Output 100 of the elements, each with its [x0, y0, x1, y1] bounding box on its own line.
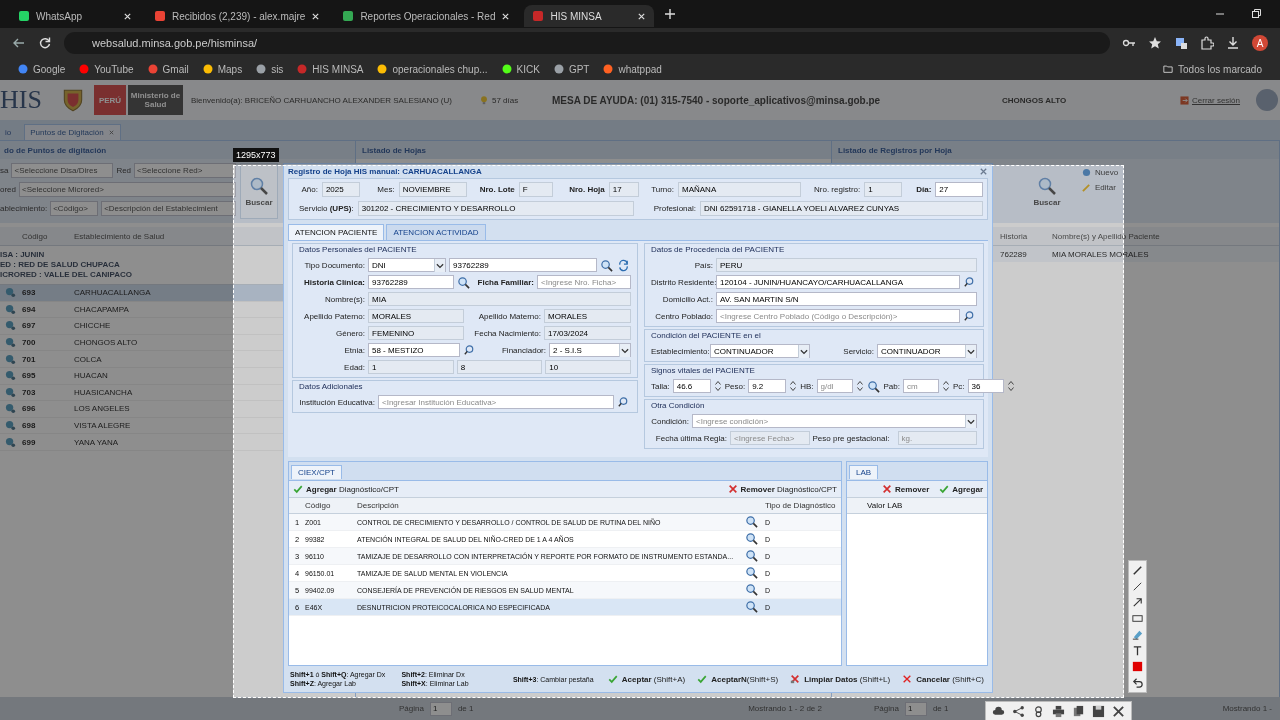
number-field[interactable]: cm: [902, 379, 939, 393]
text-field[interactable]: MIA: [368, 292, 631, 306]
number-field[interactable]: 46.6: [672, 379, 711, 393]
text-field[interactable]: 1: [864, 182, 903, 197]
share-icon[interactable]: [1012, 704, 1025, 718]
text-field[interactable]: <Ingrese Centro Poblado (Código o Descripción)>: [716, 309, 960, 323]
back-icon[interactable]: [12, 36, 26, 50]
close-icon[interactable]: [1112, 704, 1125, 718]
puzzle-icon[interactable]: [1200, 36, 1214, 50]
browser-tab[interactable]: Recibidos (2,239) - alex.majre: [146, 5, 329, 27]
text-field[interactable]: F: [518, 182, 554, 197]
search-icon[interactable]: [745, 549, 758, 562]
search-icon[interactable]: [463, 343, 476, 357]
filter-field[interactable]: <Código>: [50, 201, 99, 216]
browser-tab[interactable]: Reportes Operacionales - Red: [334, 5, 519, 27]
column-header[interactable]: Código: [305, 501, 357, 510]
search-icon[interactable]: [745, 583, 758, 596]
form-tab[interactable]: ATENCION ACTIVIDAD: [386, 224, 486, 240]
search-icon[interactable]: [617, 395, 630, 409]
number-field[interactable]: 9.2: [748, 379, 787, 393]
dropdown[interactable]: 2 - S.I.S: [549, 343, 631, 357]
action-button[interactable]: Cancelar (Shift+C): [900, 674, 986, 684]
page-field[interactable]: 1: [904, 701, 927, 716]
dropdown[interactable]: DNI: [368, 258, 446, 272]
text-field[interactable]: MAÑANA: [678, 182, 802, 197]
spinner-icon[interactable]: [855, 379, 864, 393]
bookmark[interactable]: sis: [256, 63, 284, 75]
grid-tab[interactable]: LAB: [849, 465, 879, 479]
download-icon[interactable]: [1226, 36, 1240, 50]
address-bar[interactable]: websalud.minsa.gob.pe/hisminsa/: [64, 32, 1110, 54]
copy-icon[interactable]: [1072, 704, 1085, 718]
search-icon[interactable]: [457, 275, 470, 289]
browser-tab[interactable]: HIS MINSA: [524, 5, 655, 27]
text-field[interactable]: DNI 62591718 - GIANELLA YOELI ALVAREZ CUNYAS: [700, 201, 983, 216]
text-field[interactable]: AV. SAN MARTIN S/N: [716, 292, 977, 306]
extension-icon[interactable]: [1174, 36, 1188, 50]
column-header[interactable]: Establecimiento de Salud: [74, 231, 165, 241]
bookmark[interactable]: KICK: [501, 63, 540, 75]
bookmark[interactable]: GPT: [553, 63, 590, 75]
bookmark[interactable]: HIS MINSA: [297, 63, 364, 75]
search-icon[interactable]: [745, 515, 758, 528]
text-field[interactable]: 301202 - CRECIMIENTO Y DESARROLLO: [357, 201, 634, 216]
text-field[interactable]: 1: [368, 360, 454, 374]
search-icon[interactable]: [600, 258, 613, 272]
column-header[interactable]: Tipo de Diagnóstico: [765, 501, 841, 510]
filter-field[interactable]: <Seleccione Red>: [134, 163, 236, 178]
arrow-icon[interactable]: [1131, 596, 1144, 609]
text-field[interactable]: 2025: [321, 182, 361, 197]
text-field[interactable]: kg.: [897, 431, 977, 445]
text-field[interactable]: <Ingresar Institución Educativa>: [378, 395, 614, 409]
reload-icon[interactable]: [38, 36, 52, 50]
browser-tab[interactable]: WhatsApp: [10, 5, 140, 27]
action-button[interactable]: AceptarN(Shift+S): [695, 674, 781, 684]
bookmark[interactable]: whatppad: [603, 63, 662, 75]
bookmark[interactable]: Maps: [202, 63, 243, 75]
text-tool-icon[interactable]: [1131, 644, 1144, 657]
save-icon[interactable]: [1092, 704, 1105, 718]
text-field[interactable]: 17/03/2024: [544, 326, 631, 340]
search-icon[interactable]: [963, 275, 976, 289]
search-icon[interactable]: [963, 309, 976, 323]
spinner-icon[interactable]: [1006, 379, 1015, 393]
number-field[interactable]: 36: [967, 379, 1004, 393]
column-header[interactable]: Historia: [1000, 231, 1052, 241]
spinner-icon[interactable]: [713, 379, 722, 393]
search-button[interactable]: Buscar: [1028, 163, 1066, 219]
text-field[interactable]: MORALES: [368, 309, 464, 323]
bookmark[interactable]: operacionales chup...: [377, 63, 488, 75]
marker-icon[interactable]: [1131, 628, 1144, 641]
text-field[interactable]: 10: [545, 360, 631, 374]
text-field[interactable]: PERU: [716, 258, 977, 272]
text-field[interactable]: MORALES: [544, 309, 631, 323]
column-header[interactable]: Código: [22, 231, 74, 241]
text-field[interactable]: 93762289: [368, 275, 454, 289]
profile-avatar[interactable]: A: [1252, 35, 1268, 51]
add-diagnosis-button[interactable]: Agregar Diagnóstico/CPT: [293, 484, 399, 494]
text-field[interactable]: 93762289: [449, 258, 597, 272]
form-tab[interactable]: ATENCION PACIENTE: [288, 224, 385, 240]
action-button[interactable]: Limpiar Datos (Shift+L): [788, 674, 893, 684]
spinner-icon[interactable]: [789, 379, 798, 393]
search-icon[interactable]: [745, 600, 758, 613]
search-icon[interactable]: [745, 532, 758, 545]
rectangle-icon[interactable]: [1131, 612, 1144, 625]
dropdown[interactable]: CONTINUADOR: [877, 344, 977, 358]
refresh-icon[interactable]: [617, 258, 630, 272]
bookmark[interactable]: YouTube: [79, 63, 134, 75]
filter-field[interactable]: <Descripción del Establecimient: [101, 201, 236, 216]
print-icon[interactable]: [1052, 704, 1065, 718]
search-icon[interactable]: [866, 379, 880, 393]
restore-icon[interactable]: [1250, 8, 1262, 20]
line-icon[interactable]: [1131, 580, 1144, 593]
text-field[interactable]: 120104 - JUNIN/HUANCAYO/CARHUACALLANGA: [716, 275, 960, 289]
filter-field[interactable]: <Seleccione Microred>: [19, 182, 236, 197]
all-bookmarks[interactable]: Todos los marcado: [1163, 63, 1262, 75]
spinner-icon[interactable]: [941, 379, 950, 393]
search-button[interactable]: Buscar: [240, 163, 278, 219]
text-field[interactable]: 58 - MESTIZO: [368, 343, 460, 357]
star-icon[interactable]: [1148, 36, 1162, 50]
grid-tab[interactable]: CIEX/CPT: [291, 465, 342, 479]
text-field[interactable]: 27: [935, 182, 983, 197]
action-button[interactable]: Aceptar (Shift+A): [605, 674, 688, 684]
